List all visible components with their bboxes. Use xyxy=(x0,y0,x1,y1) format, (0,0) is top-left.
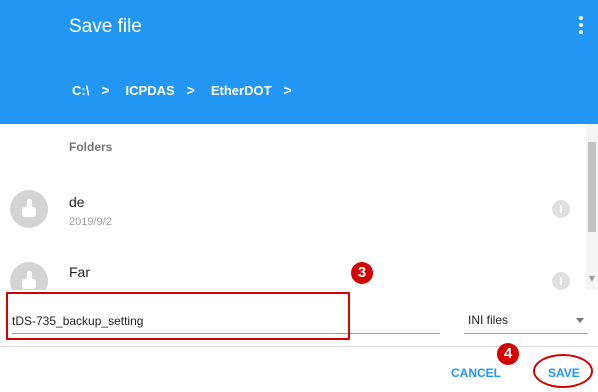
section-label-folders: Folders xyxy=(69,140,113,154)
list-item-date: 2019/9/2 xyxy=(69,216,112,228)
list-item[interactable]: de 2019/9/2 i xyxy=(0,182,586,242)
more-vertical-icon[interactable] xyxy=(576,16,586,36)
cancel-button[interactable]: CANCEL xyxy=(451,366,501,380)
annotation-highlight-box xyxy=(6,292,350,340)
filetype-selected: INI files xyxy=(468,313,509,327)
scrollbar-thumb[interactable] xyxy=(588,142,596,232)
scrollbar[interactable]: ▼ xyxy=(586,124,598,290)
step-badge-3: 3 xyxy=(351,262,373,284)
chevron-right-icon: > xyxy=(186,82,195,98)
step-badge-4: 4 xyxy=(497,343,519,365)
dialog-title: Save file xyxy=(69,16,142,37)
scroll-down-icon[interactable]: ▼ xyxy=(588,274,596,284)
breadcrumb: C:\ > ICPDAS > EtherDOT > xyxy=(72,80,308,100)
chevron-right-icon: > xyxy=(283,82,292,98)
list-item[interactable]: Far i xyxy=(0,256,586,290)
touch-icon xyxy=(10,262,48,290)
touch-icon xyxy=(10,190,48,228)
chevron-right-icon: > xyxy=(101,82,110,98)
breadcrumb-item-c[interactable]: C:\ xyxy=(72,83,89,98)
info-icon[interactable]: i xyxy=(552,272,570,290)
annotation-highlight-ellipse xyxy=(533,354,593,388)
list-item-name: Far xyxy=(69,264,90,280)
dropdown-arrow-icon xyxy=(576,318,584,323)
filetype-select[interactable]: INI files xyxy=(464,308,588,334)
dialog-header: Save file C:\ > ICPDAS > EtherDOT > xyxy=(0,0,598,124)
breadcrumb-item-icpdas[interactable]: ICPDAS xyxy=(126,83,175,98)
list-item-name: de xyxy=(69,194,85,210)
info-icon[interactable]: i xyxy=(552,200,570,218)
save-controls: INI files CANCEL SAVE xyxy=(0,290,598,392)
breadcrumb-item-etherdot[interactable]: EtherDOT xyxy=(211,83,272,98)
